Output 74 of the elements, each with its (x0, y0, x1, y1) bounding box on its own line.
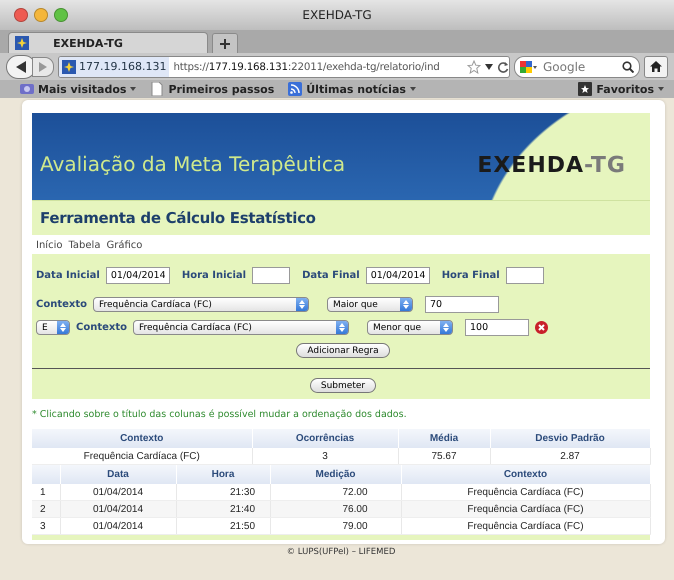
updown-icon (443, 323, 449, 332)
input-field[interactable] (506, 267, 544, 284)
table-cell: 01/04/2014 (60, 500, 176, 518)
window-title: EXEHDA-TG (302, 8, 372, 22)
bookmark-item[interactable]: Mais visitados (20, 82, 136, 96)
column-header[interactable]: Data (60, 465, 176, 484)
nav-link[interactable]: Gráfico (106, 240, 142, 251)
camera-icon (20, 82, 34, 96)
field-label: Contexto (76, 322, 127, 333)
updown-icon (60, 323, 66, 332)
add-rule-button[interactable]: Adicionar Regra (296, 343, 390, 358)
nav-link[interactable]: Tabela (68, 240, 100, 251)
search-engine-icon[interactable] (520, 60, 538, 74)
field-label: Hora Final (442, 270, 500, 281)
right-arrow-icon (39, 62, 47, 72)
column-header[interactable]: Hora (176, 465, 270, 484)
favicon-icon (15, 36, 29, 50)
bookmark-item[interactable]: Últimas notícias (288, 82, 416, 96)
feed-icon (288, 82, 302, 96)
star-icon (578, 82, 592, 96)
page-icon (150, 82, 164, 96)
left-arrow-icon (16, 60, 26, 72)
context-select[interactable]: Frequência Cardíaca (FC) (133, 320, 349, 335)
row-number: 2 (32, 500, 60, 518)
search-icon[interactable] (622, 60, 634, 72)
operator-select[interactable]: Maior que (327, 297, 413, 312)
connector-select[interactable]: E (36, 320, 70, 335)
column-header[interactable]: Ocorrências (252, 429, 398, 448)
column-header[interactable]: Medição (270, 465, 401, 484)
reload-icon[interactable] (497, 60, 509, 72)
input-field[interactable]: 100 (465, 319, 529, 336)
input-field[interactable]: 01/04/2014 (366, 267, 430, 284)
search-field[interactable]: Google (514, 56, 640, 78)
updown-icon (339, 323, 345, 332)
input-field[interactable]: 01/04/2014 (106, 267, 170, 284)
browser-tab[interactable]: EXEHDA-TG (8, 32, 208, 53)
site-identity-button[interactable]: 177.19.168.131 (59, 56, 170, 76)
bookmarks-menu[interactable]: Favoritos (578, 82, 664, 96)
footer-text: © LUPS(UFPel) – LIFEMED (286, 546, 396, 557)
operator-select[interactable]: Menor que (367, 320, 453, 335)
home-button[interactable] (644, 56, 668, 78)
table-cell: Frequência Cardíaca (FC) (401, 500, 650, 518)
column-header[interactable]: Desvio Padrão (490, 429, 650, 448)
table-cell: 76.00 (270, 500, 401, 518)
input-field[interactable]: 70 (425, 296, 499, 313)
field-label: Contexto (36, 299, 87, 310)
plus-icon (220, 38, 230, 48)
zoom-button[interactable] (54, 8, 68, 22)
updown-icon (403, 300, 409, 309)
submit-button[interactable]: Submeter (310, 378, 376, 393)
bookmark-star-icon[interactable] (467, 60, 481, 74)
column-header[interactable]: Contexto (32, 429, 252, 448)
context-select[interactable]: Frequência Cardíaca (FC) (93, 297, 309, 312)
search-input[interactable]: Google (541, 58, 619, 74)
home-icon (650, 61, 662, 72)
table-cell: 21:40 (176, 500, 270, 518)
new-tab-button[interactable] (212, 33, 238, 53)
remove-icon[interactable] (535, 321, 548, 334)
address-bar[interactable]: 177.19.168.131 https://177.19.168.131:22011/exehda-tg/relatorio/ind (58, 56, 510, 78)
column-header[interactable]: Contexto (401, 465, 650, 484)
favicon-icon (62, 60, 76, 74)
updown-icon (299, 300, 305, 309)
caret-icon[interactable] (485, 64, 493, 70)
field-label: Data Inicial (36, 270, 100, 281)
sort-hint: * Clicando sobre o título das colunas é possível mudar a ordenação dos dados. (32, 408, 408, 422)
field-label: Data Final (302, 270, 360, 281)
banner-title: Avaliação da Meta Terapêutica (40, 152, 346, 176)
nav-link[interactable]: Início (36, 240, 62, 251)
field-label: Hora Inicial (182, 270, 246, 281)
bookmark-item[interactable]: Primeiros passos (150, 82, 274, 96)
column-header[interactable]: Média (398, 429, 490, 448)
close-button[interactable] (14, 8, 28, 22)
input-field[interactable] (252, 267, 290, 284)
page-subtitle: Ferramenta de Cálculo Estatístico (40, 209, 316, 227)
